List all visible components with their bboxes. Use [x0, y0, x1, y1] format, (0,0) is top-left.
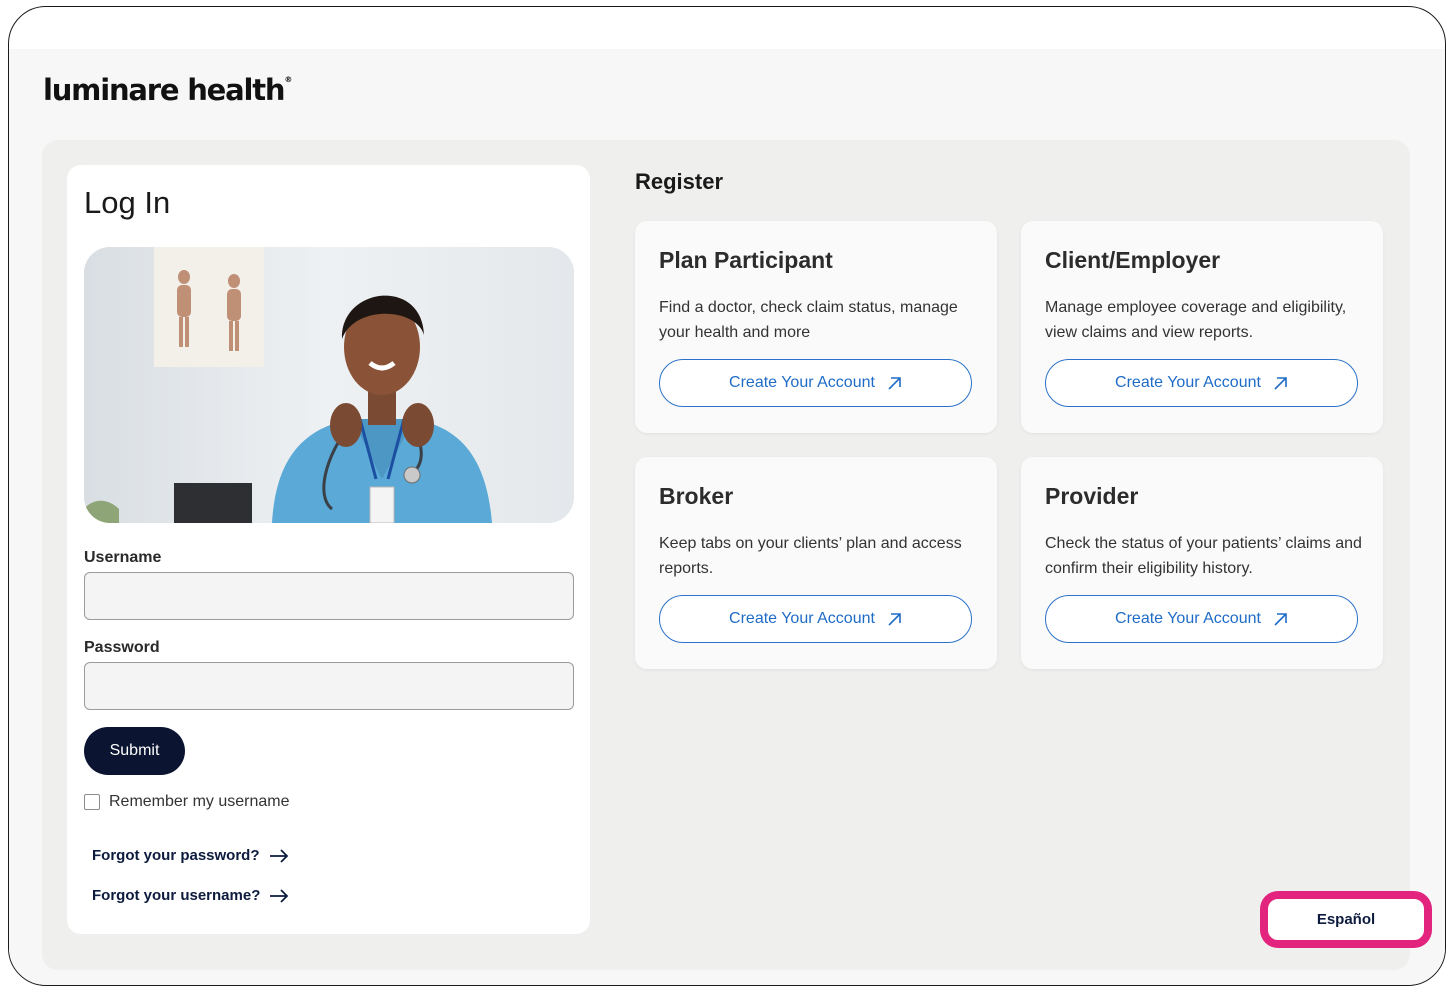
card-description: Find a doctor, check claim status, manag…: [659, 299, 958, 341]
submit-button[interactable]: Submit: [84, 727, 185, 775]
login-card: Log In Username Password Submit Remember…: [67, 165, 590, 934]
login-title: Log In: [84, 185, 171, 220]
content-panel: Log In Username Password Submit Remember…: [42, 140, 1410, 970]
browser-frame: luminare health® Log In Username Passwor…: [8, 6, 1446, 986]
button-label: Create Your Account: [1115, 610, 1261, 627]
password-input[interactable]: [84, 662, 574, 710]
card-title: Plan Participant: [659, 247, 833, 273]
espanol-language-button[interactable]: Español: [1262, 893, 1430, 946]
nurse-photo: [84, 247, 574, 523]
arrow-right-icon: [270, 888, 289, 903]
broker-card: Broker Keep tabs on your clients’ plan a…: [635, 457, 997, 669]
registered-mark: ®: [284, 75, 293, 84]
page: luminare health® Log In Username Passwor…: [9, 49, 1445, 985]
remember-username-label: Remember my username: [109, 793, 290, 810]
client-employer-create-account-button[interactable]: Create Your Account: [1045, 359, 1358, 407]
plan-participant-create-account-button[interactable]: Create Your Account: [659, 359, 972, 407]
password-label: Password: [84, 639, 160, 656]
forgot-username-label: Forgot your username?: [92, 887, 261, 904]
external-link-icon: [888, 376, 901, 390]
card-description: Check the status of your patients’ claim…: [1045, 535, 1362, 577]
remember-username-checkbox[interactable]: [84, 794, 100, 810]
card-description: Keep tabs on your clients’ plan and acce…: [659, 535, 962, 577]
card-description: Manage employee coverage and eligibility…: [1045, 299, 1347, 341]
card-title: Provider: [1045, 483, 1139, 509]
nurse-photo-illustration: [84, 247, 574, 523]
username-label: Username: [84, 549, 162, 566]
card-title: Client/Employer: [1045, 247, 1221, 273]
arrow-right-icon: [269, 848, 288, 863]
forgot-password-link[interactable]: Forgot your password?: [92, 847, 289, 864]
luminare-logo[interactable]: luminare health®: [43, 73, 292, 107]
provider-create-account-button[interactable]: Create Your Account: [1045, 595, 1358, 643]
username-input[interactable]: [84, 572, 574, 620]
logo-text: luminare health: [43, 73, 286, 107]
forgot-username-link[interactable]: Forgot your username?: [92, 887, 289, 904]
client-employer-card: Client/Employer Manage employee coverage…: [1021, 221, 1383, 433]
card-title: Broker: [659, 483, 734, 509]
external-link-icon: [1274, 612, 1287, 626]
provider-card: Provider Check the status of your patien…: [1021, 457, 1383, 669]
button-label: Create Your Account: [1115, 374, 1261, 391]
external-link-icon: [1274, 376, 1287, 390]
forgot-password-label: Forgot your password?: [92, 847, 260, 864]
external-link-icon: [888, 612, 901, 626]
plan-participant-card: Plan Participant Find a doctor, check cl…: [635, 221, 997, 433]
remember-username[interactable]: Remember my username: [84, 793, 290, 811]
button-label: Create Your Account: [729, 374, 875, 391]
register-title: Register: [635, 169, 724, 194]
broker-create-account-button[interactable]: Create Your Account: [659, 595, 972, 643]
button-label: Create Your Account: [729, 610, 875, 627]
